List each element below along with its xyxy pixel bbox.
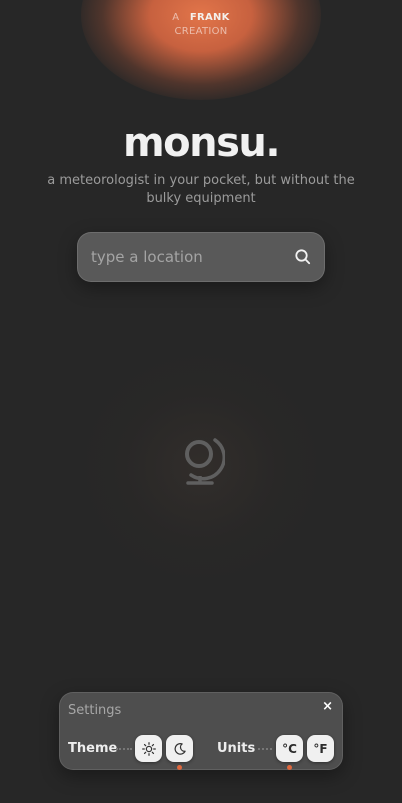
search-icon[interactable]: [294, 248, 312, 266]
sun-icon: [141, 741, 156, 756]
fahrenheit-button[interactable]: °F: [307, 735, 334, 762]
moon-icon: [174, 742, 186, 755]
units-divider: [258, 748, 272, 750]
app-screen: A FRANK CREATION monsu. a meteorologist …: [0, 0, 402, 803]
settings-panel: Settings × Theme Units °C °F: [59, 692, 343, 770]
units-label: Units: [217, 741, 256, 756]
brand-name: FRANK: [189, 12, 230, 23]
brand-line2: CREATION: [174, 26, 228, 37]
units-selected-indicator: [287, 765, 292, 770]
theme-label: Theme: [68, 741, 118, 756]
globe-icon: [185, 438, 225, 485]
close-icon[interactable]: ×: [322, 699, 333, 714]
app-title: monsu.: [122, 120, 281, 166]
search-bar: [77, 232, 325, 282]
brand-logo: A FRANK CREATION: [0, 11, 402, 39]
theme-selected-indicator: [177, 765, 182, 770]
app-subtitle: a meteorologist in your pocket, but with…: [47, 173, 355, 206]
settings-title: Settings: [68, 703, 122, 718]
theme-light-button[interactable]: [135, 735, 162, 762]
theme-divider: [116, 748, 132, 750]
location-search-input[interactable]: [91, 233, 286, 281]
celsius-button[interactable]: °C: [276, 735, 303, 762]
brand-prefix: A: [172, 12, 180, 23]
theme-dark-button[interactable]: [166, 735, 193, 762]
